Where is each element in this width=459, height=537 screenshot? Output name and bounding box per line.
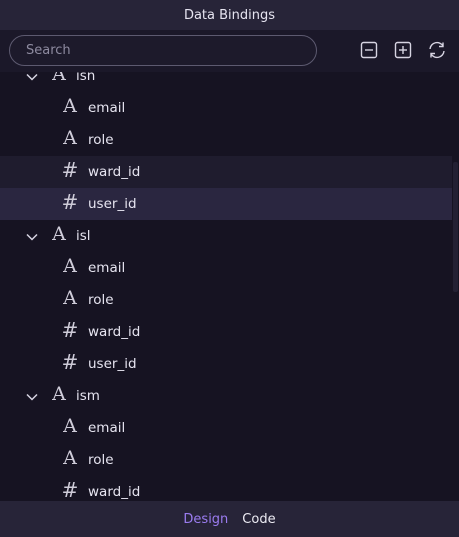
tree-field[interactable]: # ward_id <box>0 156 452 188</box>
tree-field[interactable]: # user_id <box>0 348 452 380</box>
refresh-icon <box>429 41 445 59</box>
text-type-icon: A <box>63 127 77 149</box>
field-label: user_id <box>88 356 137 372</box>
field-label: role <box>88 292 114 308</box>
tree-field[interactable]: # ward_id <box>0 476 452 501</box>
field-label: ward_id <box>88 324 141 340</box>
field-label: email <box>88 420 126 436</box>
tree-field[interactable]: # ward_id <box>0 316 452 348</box>
field-label: ward_id <box>88 484 141 500</box>
number-type-icon: # <box>61 158 79 182</box>
collapse-all-button[interactable] <box>360 41 378 59</box>
text-type-icon: A <box>52 223 66 245</box>
tree-field[interactable]: A role <box>0 124 452 156</box>
number-type-icon: # <box>61 318 79 342</box>
text-type-icon: A <box>63 255 77 277</box>
text-type-icon: A <box>52 72 66 85</box>
tree-field[interactable]: A role <box>0 284 452 316</box>
panel-title: Data Bindings <box>0 0 459 30</box>
field-label: email <box>88 100 126 116</box>
tree-group-isn[interactable]: A isn <box>0 72 452 92</box>
tree-field[interactable]: A role <box>0 444 452 476</box>
plus-square-icon <box>394 41 412 59</box>
tab-design[interactable]: Design <box>176 512 235 527</box>
text-type-icon: A <box>63 95 77 117</box>
toolbar <box>0 30 459 72</box>
tree-group-ism[interactable]: A ism <box>0 380 452 412</box>
search-input[interactable] <box>10 36 306 65</box>
group-label: ism <box>76 388 100 404</box>
bindings-tree[interactable]: A isn A email A role # ward_id # user_id <box>0 72 459 501</box>
chevron-down-icon[interactable] <box>25 390 39 404</box>
chevron-down-icon[interactable] <box>25 72 39 84</box>
tree-field[interactable]: A email <box>0 412 452 444</box>
data-bindings-panel: Data Bindings Search A isn A email A rol… <box>0 0 459 537</box>
field-label: user_id <box>88 196 137 212</box>
field-label: email <box>88 260 126 276</box>
view-tabs: Design Code <box>0 501 459 537</box>
tree-field[interactable]: A email <box>0 92 452 124</box>
field-label: role <box>88 132 114 148</box>
tree-field-selected[interactable]: # user_id <box>0 188 452 220</box>
search-box[interactable] <box>9 35 317 66</box>
number-type-icon: # <box>61 190 79 214</box>
number-type-icon: # <box>61 478 79 501</box>
minus-square-icon <box>360 41 378 59</box>
text-type-icon: A <box>63 415 77 437</box>
expand-all-button[interactable] <box>394 41 412 59</box>
text-type-icon: A <box>63 447 77 469</box>
group-label: isn <box>76 72 96 84</box>
text-type-icon: A <box>52 383 66 405</box>
group-label: isl <box>76 228 91 244</box>
text-type-icon: A <box>63 287 77 309</box>
tab-code[interactable]: Code <box>235 512 282 527</box>
refresh-button[interactable] <box>427 41 447 59</box>
tree-field[interactable]: A email <box>0 252 452 284</box>
field-label: role <box>88 452 114 468</box>
chevron-down-icon[interactable] <box>25 230 39 244</box>
scrollbar-thumb[interactable] <box>453 162 458 292</box>
field-label: ward_id <box>88 164 141 180</box>
number-type-icon: # <box>61 350 79 374</box>
tree-group-isl[interactable]: A isl <box>0 220 452 252</box>
